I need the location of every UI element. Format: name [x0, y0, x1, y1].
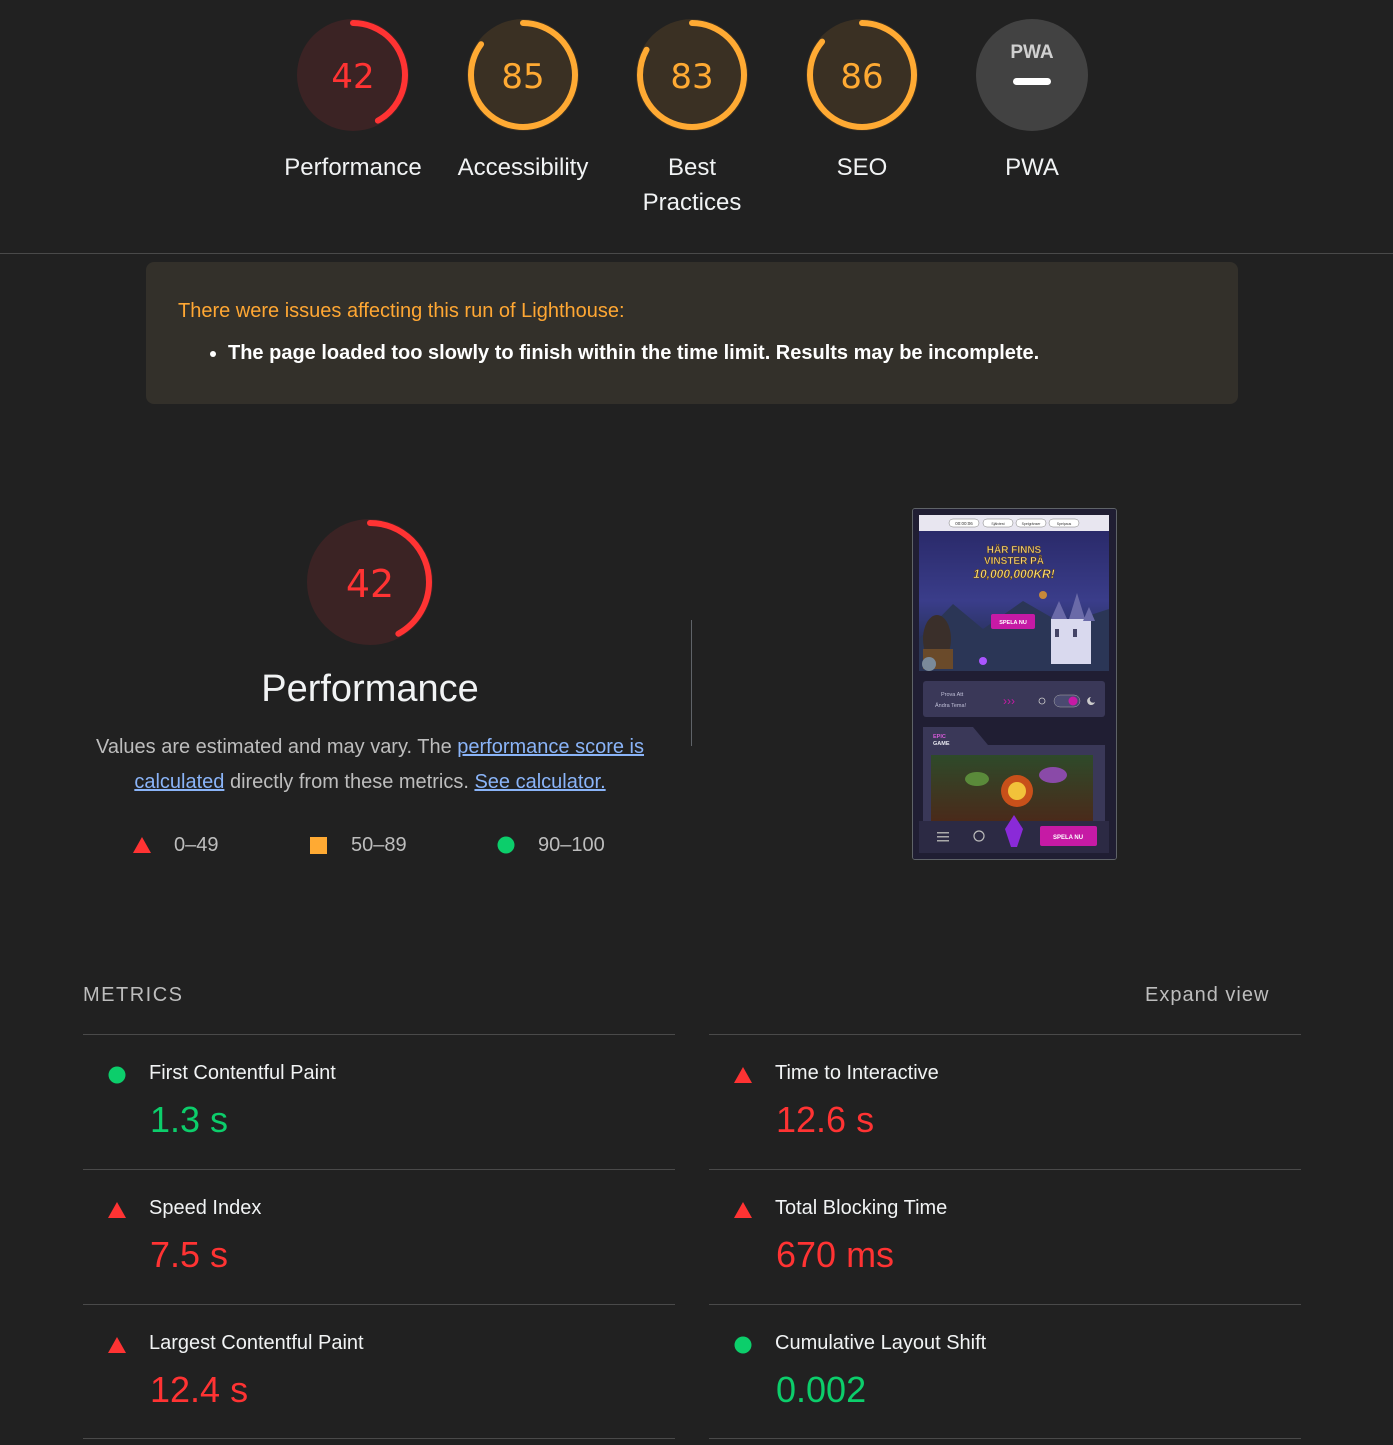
metrics-header: METRICS: [83, 984, 184, 1006]
category-gauges: 42 Performance 85 Accessibility 83 Best …: [0, 0, 1393, 254]
svg-text:SPELA NU: SPELA NU: [999, 620, 1027, 626]
performance-title: Performance: [261, 668, 479, 710]
metric-name: Total Blocking Time: [775, 1197, 948, 1219]
metric-name: Speed Index: [149, 1197, 262, 1219]
warning-list: The page loaded too slowly to finish wit…: [228, 342, 1039, 365]
gauge-label-accessibility: Accessibility: [457, 154, 589, 181]
triangle-red-icon: [133, 837, 151, 853]
performance-big-score: 42: [346, 562, 394, 606]
final-screenshot[interactable]: 00:00:06 Självtest Spelgränser Spelpaus …: [912, 508, 1117, 860]
gauge-pwa[interactable]: PWA PWA: [947, 18, 1117, 185]
pwa-badge-icon: PWA: [976, 19, 1088, 131]
desc-text-1: Values are estimated and may vary. The: [95, 736, 458, 758]
svg-text:EPIC: EPIC: [933, 734, 946, 740]
metric-value: 1.3 s: [150, 1099, 229, 1140]
desc-text-2: directly from these metrics.: [224, 771, 475, 793]
best-practices-score-ring: 83: [636, 19, 748, 131]
gauge-seo[interactable]: 86 SEO: [777, 18, 947, 185]
warning-title: There were issues affecting this run of …: [178, 300, 625, 322]
legend-fail-range: 0–49: [174, 834, 219, 856]
gauge-label-best-practices: Best Practices: [642, 154, 742, 216]
seo-score-value: 86: [840, 57, 883, 97]
metric-total-blocking-time: Total Blocking Time 670 ms: [709, 1169, 1301, 1304]
performance-big-gauge: 42: [306, 518, 434, 651]
svg-text:Självtest: Självtest: [991, 522, 1004, 526]
triangle-red-icon: [108, 1202, 126, 1218]
metric-name: Largest Contentful Paint: [149, 1332, 364, 1354]
gauge-performance[interactable]: 42 Performance: [268, 18, 438, 185]
metric-cumulative-layout-shift: Cumulative Layout Shift 0.002: [709, 1304, 1301, 1439]
metric-name: Time to Interactive: [775, 1062, 939, 1084]
performance-big-ring: 42: [307, 519, 433, 645]
section-divider: [691, 620, 692, 746]
accessibility-score-value: 85: [501, 57, 544, 97]
warning-item: The page loaded too slowly to finish wit…: [228, 342, 1039, 365]
screenshot-image: 00:00:06 Självtest Spelgränser Spelpaus …: [913, 509, 1116, 859]
metric-value: 670 ms: [776, 1234, 895, 1275]
svg-text:HÄR FINNS: HÄR FINNS: [987, 543, 1042, 556]
metrics-bottom-divider: [709, 1438, 1301, 1439]
legend-pass-range: 90–100: [538, 834, 605, 856]
svg-text:Prova Att: Prova Att: [941, 692, 964, 698]
gauge-label-seo: SEO: [836, 154, 888, 181]
metric-value: 12.4 s: [150, 1369, 249, 1410]
triangle-red-icon: [108, 1337, 126, 1353]
gauge-best-practices[interactable]: 83 Best Practices: [607, 18, 777, 220]
best-practices-score-value: 83: [670, 57, 713, 97]
gauge-label-pwa: PWA: [1005, 154, 1059, 181]
performance-description: Values are estimated and may vary. The p…: [80, 730, 660, 800]
see-calculator-link[interactable]: See calculator.: [474, 771, 605, 793]
circle-green-icon: [734, 1336, 752, 1354]
svg-text:›››: ›››: [1003, 694, 1015, 708]
svg-text:10,000,000KR!: 10,000,000KR!: [973, 567, 1054, 581]
svg-text:00:00:06: 00:00:06: [955, 521, 973, 526]
circle-green-icon: [497, 836, 515, 854]
runtime-warning-box: There were issues affecting this run of …: [146, 262, 1238, 404]
svg-text:PWA: PWA: [1010, 42, 1054, 63]
metric-largest-contentful-paint: Largest Contentful Paint 12.4 s: [83, 1304, 675, 1439]
metric-speed-index: Speed Index 7.5 s: [83, 1169, 675, 1304]
metric-first-contentful-paint: First Contentful Paint 1.3 s: [83, 1034, 675, 1169]
pwa-dash-icon: [1013, 78, 1051, 85]
svg-text:SPELA NU: SPELA NU: [1053, 835, 1083, 841]
triangle-red-icon: [734, 1067, 752, 1083]
svg-text:VINSTER PÅ: VINSTER PÅ: [984, 554, 1044, 567]
triangle-red-icon: [734, 1202, 752, 1218]
gauge-label-performance: Performance: [284, 154, 422, 181]
metric-name: Cumulative Layout Shift: [775, 1332, 987, 1354]
svg-text:Ändra Tema!: Ändra Tema!: [935, 702, 967, 709]
svg-text:GAME: GAME: [933, 741, 950, 747]
performance-score-value: 42: [331, 57, 374, 97]
legend-average-range: 50–89: [351, 834, 407, 856]
metric-time-to-interactive: Time to Interactive 12.6 s: [709, 1034, 1301, 1169]
svg-text:Spelpaus: Spelpaus: [1057, 522, 1072, 526]
performance-score-ring: 42: [297, 19, 409, 131]
svg-text:Spelgränser: Spelgränser: [1022, 522, 1042, 526]
gauge-accessibility[interactable]: 85 Accessibility: [438, 18, 608, 185]
square-orange-icon: [310, 837, 327, 854]
metric-value: 0.002: [776, 1369, 867, 1410]
metric-value: 12.6 s: [776, 1099, 875, 1140]
metric-value: 7.5 s: [150, 1234, 229, 1275]
expand-view-toggle[interactable]: Expand view: [1145, 984, 1269, 1007]
metrics-bottom-divider: [83, 1438, 675, 1439]
seo-score-ring: 86: [806, 19, 918, 131]
accessibility-score-ring: 85: [467, 19, 579, 131]
metric-name: First Contentful Paint: [149, 1062, 336, 1084]
circle-green-icon: [108, 1066, 126, 1084]
